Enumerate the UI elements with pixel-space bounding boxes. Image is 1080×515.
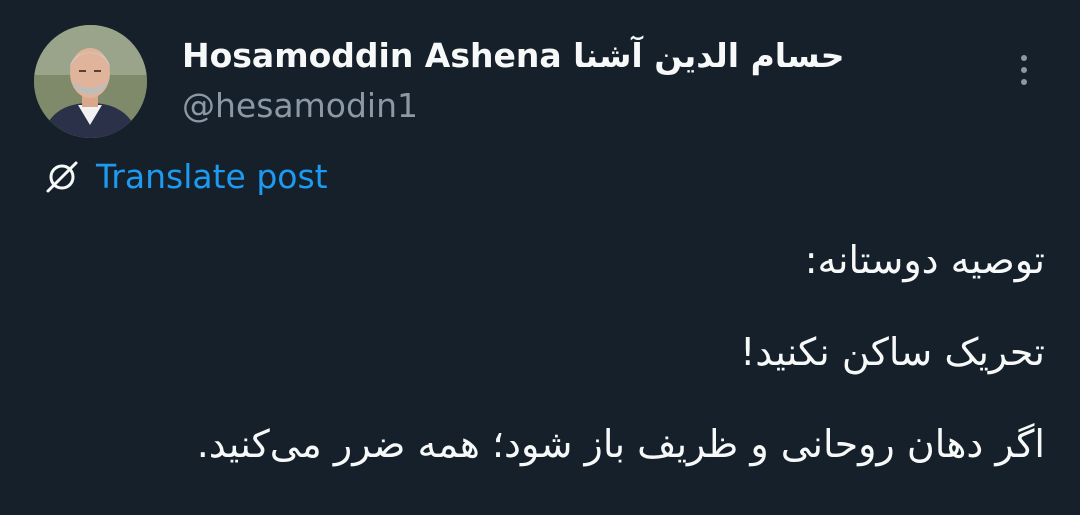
avatar[interactable] bbox=[34, 25, 147, 138]
more-vertical-icon bbox=[1021, 67, 1027, 73]
author-display-name[interactable]: Hosamoddin Ashena حسام الدین آشنا bbox=[182, 34, 845, 78]
more-vertical-icon bbox=[1021, 79, 1027, 85]
translate-globe-icon bbox=[46, 161, 78, 193]
more-options-button[interactable] bbox=[1004, 48, 1044, 92]
post-line: اگر دهان روحانی و ظریف باز شود؛ همه ضرر … bbox=[196, 422, 1045, 466]
more-vertical-icon bbox=[1021, 55, 1027, 61]
translate-post-label: Translate post bbox=[96, 157, 328, 196]
author-handle[interactable]: @hesamodin1 bbox=[182, 84, 418, 128]
post-line: تحریک ساکن نکنید! bbox=[740, 330, 1045, 374]
translate-post-button[interactable]: Translate post bbox=[44, 155, 328, 199]
post-line: توصیه دوستانه: bbox=[804, 238, 1045, 282]
avatar-photo bbox=[34, 25, 147, 138]
